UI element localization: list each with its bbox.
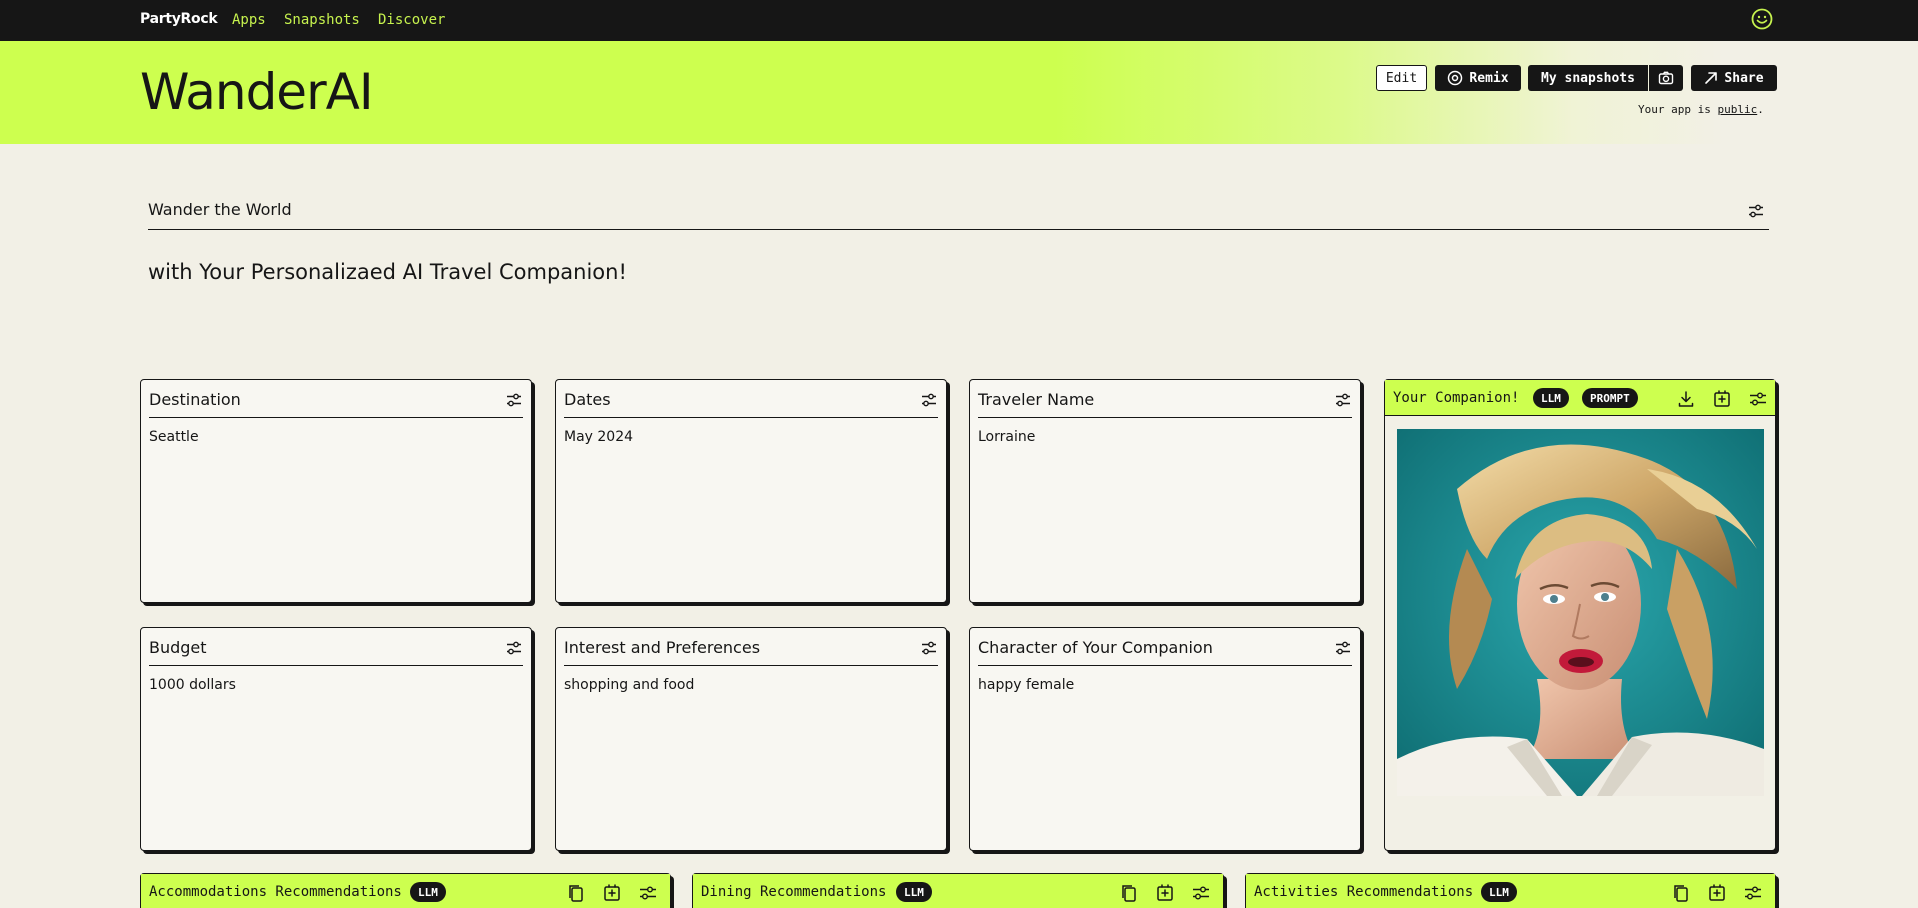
card-header: Traveler Name — [978, 388, 1352, 418]
card-title: Destination — [149, 390, 241, 409]
copy-icon[interactable] — [1670, 882, 1692, 904]
llm-badge: LLM — [1533, 388, 1569, 408]
dates-input[interactable]: May 2024 — [564, 429, 633, 445]
settings-sliders-icon[interactable] — [920, 639, 938, 657]
camera-icon — [1658, 71, 1674, 85]
portrait-illustration — [1397, 429, 1764, 796]
card-header: Dates — [564, 388, 938, 418]
llm-badge: LLM — [410, 882, 446, 902]
llm-badge: LLM — [1481, 882, 1517, 902]
card-header: Destination — [149, 388, 523, 418]
user-avatar-smiley-icon[interactable] — [1751, 8, 1773, 30]
settings-sliders-icon[interactable] — [1190, 882, 1212, 904]
settings-sliders-icon[interactable] — [1334, 639, 1352, 657]
save-to-snapshot-icon[interactable] — [1154, 882, 1176, 904]
widget-header: Accommodations Recommendations LLM — [141, 874, 670, 908]
app-title: WanderAI — [140, 63, 374, 121]
nav-link-discover[interactable]: Discover — [378, 12, 445, 28]
settings-sliders-icon[interactable] — [1742, 882, 1764, 904]
take-snapshot-button[interactable] — [1649, 65, 1683, 91]
nav-link-snapshots[interactable]: Snapshots — [284, 12, 360, 28]
share-button[interactable]: Share — [1691, 65, 1777, 91]
companion-image-widget: Your Companion! LLM PROMPT — [1384, 379, 1776, 851]
remix-button[interactable]: Remix — [1435, 65, 1521, 91]
app-header: WanderAI Edit Remix My snapshots Share Y… — [0, 41, 1918, 144]
widget-header: Activities Recommendations LLM — [1246, 874, 1775, 908]
input-card-companion-character: Character of Your Companion happy female — [969, 627, 1361, 851]
companion-character-input[interactable]: happy female — [978, 677, 1074, 693]
settings-sliders-icon[interactable] — [1747, 388, 1769, 410]
dining-widget: Dining Recommendations LLM — [692, 873, 1224, 908]
card-header: Interest and Preferences — [564, 636, 938, 666]
remix-label: Remix — [1469, 70, 1509, 86]
card-header: Character of Your Companion — [978, 636, 1352, 666]
widget-header: Dining Recommendations LLM — [693, 874, 1223, 908]
interests-input[interactable]: shopping and food — [564, 677, 694, 693]
card-title: Character of Your Companion — [978, 638, 1213, 657]
remix-icon — [1448, 70, 1463, 86]
edit-label: Edit — [1385, 70, 1418, 86]
save-to-snapshot-icon[interactable] — [1706, 882, 1728, 904]
settings-sliders-icon[interactable] — [505, 391, 523, 409]
card-title: Interest and Preferences — [564, 638, 761, 657]
settings-sliders-icon[interactable] — [637, 882, 659, 904]
visibility-note: Your app is public. — [1638, 103, 1764, 116]
widget-title: Activities Recommendations — [1254, 884, 1474, 900]
destination-input[interactable]: Seattle — [149, 429, 199, 445]
companion-portrait-image — [1397, 429, 1764, 796]
copy-icon[interactable] — [565, 882, 587, 904]
card-title: Traveler Name — [978, 390, 1095, 409]
activities-widget: Activities Recommendations LLM — [1245, 873, 1776, 908]
budget-input[interactable]: 1000 dollars — [149, 677, 236, 693]
input-card-destination: Destination Seattle — [140, 379, 532, 603]
input-card-traveler-name: Traveler Name Lorraine — [969, 379, 1361, 603]
my-snapshots-button[interactable]: My snapshots — [1528, 65, 1648, 91]
widget-title: Accommodations Recommendations — [149, 884, 402, 900]
edit-button[interactable]: Edit — [1376, 65, 1427, 91]
hero-subtitle: with Your Personalizaed AI Travel Compan… — [148, 260, 627, 284]
card-title: Dates — [564, 390, 611, 409]
top-nav: PartyRock Apps Snapshots Discover — [0, 0, 1918, 41]
input-card-budget: Budget 1000 dollars — [140, 627, 532, 851]
visibility-prefix: Your app is — [1638, 103, 1718, 116]
widget-header: Your Companion! LLM PROMPT — [1385, 380, 1775, 416]
llm-badge: LLM — [896, 882, 932, 902]
partyrock-logo[interactable]: PartyRock — [140, 11, 218, 27]
widget-title: Dining Recommendations — [701, 884, 887, 900]
copy-icon[interactable] — [1118, 882, 1140, 904]
prompt-badge: PROMPT — [1582, 388, 1638, 408]
input-card-dates: Dates May 2024 — [555, 379, 947, 603]
widget-title: Your Companion! — [1393, 390, 1520, 406]
input-card-interests: Interest and Preferences shopping and fo… — [555, 627, 947, 851]
hero-title: Wander the World — [148, 200, 292, 219]
settings-sliders-icon[interactable] — [1334, 391, 1352, 409]
save-to-snapshot-icon[interactable] — [601, 882, 623, 904]
download-icon[interactable] — [1675, 388, 1697, 410]
visibility-suffix: . — [1757, 103, 1764, 116]
public-link[interactable]: public — [1717, 103, 1757, 116]
save-to-snapshot-icon[interactable] — [1711, 388, 1733, 410]
settings-sliders-icon[interactable] — [1747, 202, 1765, 220]
accommodations-widget: Accommodations Recommendations LLM — [140, 873, 671, 908]
share-label: Share — [1724, 70, 1764, 86]
share-arrow-icon — [1705, 72, 1718, 84]
card-title: Budget — [149, 638, 207, 657]
hero-title-widget: Wander the World — [148, 196, 1769, 230]
settings-sliders-icon[interactable] — [505, 639, 523, 657]
card-header: Budget — [149, 636, 523, 666]
nav-link-apps[interactable]: Apps — [232, 12, 266, 28]
traveler-name-input[interactable]: Lorraine — [978, 429, 1035, 445]
my-snapshots-label: My snapshots — [1541, 70, 1635, 86]
settings-sliders-icon[interactable] — [920, 391, 938, 409]
